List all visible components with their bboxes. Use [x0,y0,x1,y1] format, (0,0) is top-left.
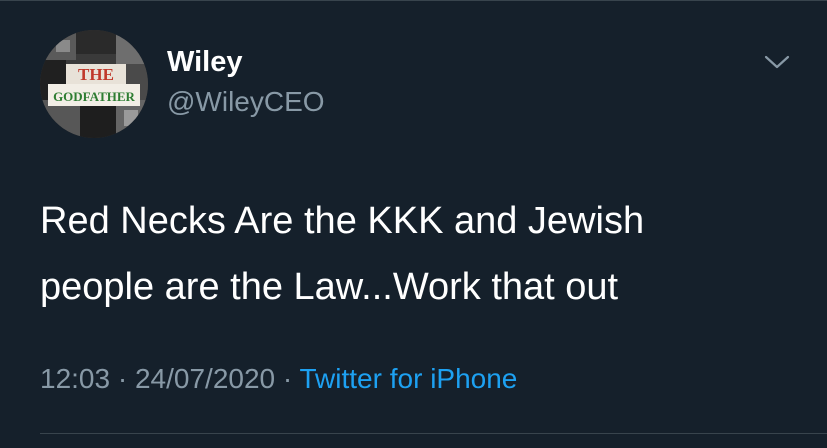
avatar-image: THE GODFATHER [40,30,148,138]
meta-separator: · [282,363,293,394]
tweet-meta: 12:03 · 24/07/2020 · Twitter for iPhone [40,359,517,399]
svg-text:GODFATHER: GODFATHER [53,89,135,104]
bottom-divider [40,433,827,434]
top-divider [0,0,827,1]
tweet-text: Red Necks Are the KKK and Jewish people … [40,200,645,308]
tweet-card: THE GODFATHER Wiley @WileyCEO Red Necks … [0,0,827,448]
user-handle[interactable]: @WileyCEO [167,85,325,119]
tweet-time[interactable]: 12:03 [40,363,110,394]
avatar[interactable]: THE GODFATHER [40,30,148,138]
display-name[interactable]: Wiley [167,45,243,79]
tweet-source-link[interactable]: Twitter for iPhone [300,363,518,394]
svg-text:THE: THE [78,65,114,84]
tweet-date[interactable]: 24/07/2020 [135,363,275,394]
meta-separator: · [117,363,128,394]
chevron-down-icon[interactable] [762,50,792,74]
